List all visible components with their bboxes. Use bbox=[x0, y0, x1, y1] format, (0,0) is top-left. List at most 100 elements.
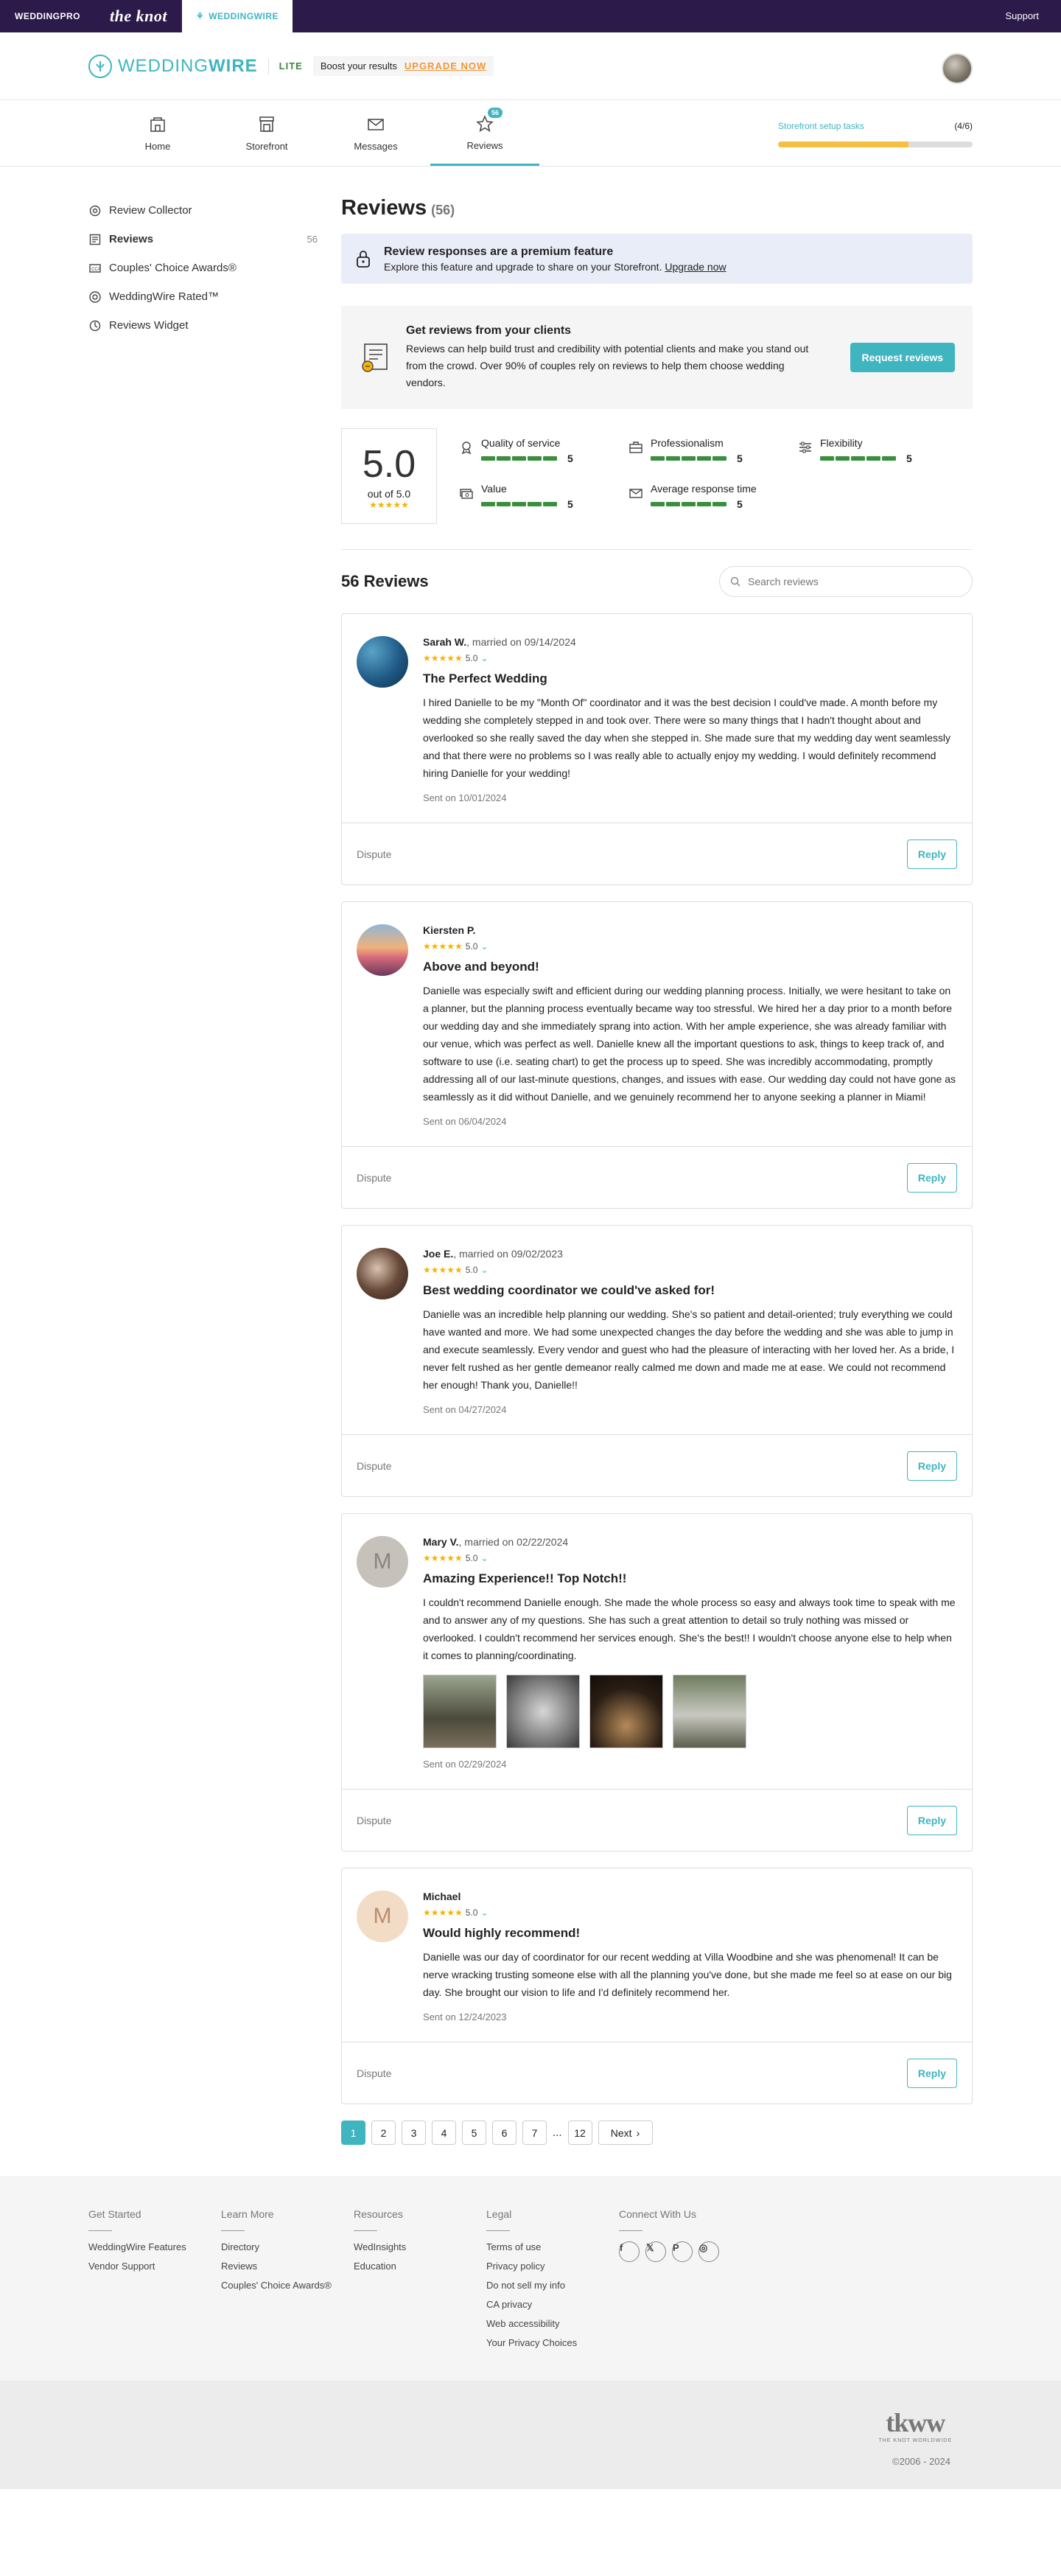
footer-link[interactable]: Directory bbox=[221, 2241, 354, 2252]
footer-link[interactable]: Privacy policy bbox=[486, 2261, 619, 2272]
review-text: Danielle was an incredible help planning… bbox=[423, 1308, 955, 1391]
page-button[interactable]: 5 bbox=[462, 2121, 486, 2145]
reply-button[interactable]: Reply bbox=[906, 839, 957, 869]
tkww-logo: tkww THE KNOT WORLDWIDE bbox=[878, 2407, 952, 2443]
chevron-right-icon: › bbox=[636, 2126, 640, 2139]
sidebar-item-reviews[interactable]: Reviews 56 bbox=[88, 225, 341, 254]
review-photo[interactable] bbox=[673, 1675, 746, 1748]
metric-label: Quality of service bbox=[481, 437, 561, 449]
dispute-link[interactable]: Dispute bbox=[357, 1460, 391, 1472]
rated-icon bbox=[88, 290, 102, 304]
metric-average-response-time: Average response time 5 bbox=[628, 483, 798, 528]
request-reviews-button[interactable]: Request reviews bbox=[850, 343, 955, 372]
tkww-logo-text: tkww bbox=[886, 2408, 945, 2437]
page-button[interactable]: 1 bbox=[341, 2121, 365, 2145]
storefront-setup-progress[interactable]: Storefront setup tasks (4/6) bbox=[778, 121, 973, 147]
page-button[interactable]: 6 bbox=[492, 2121, 517, 2145]
boost-banner: Boost your results UPGRADE NOW bbox=[312, 56, 494, 76]
reply-button[interactable]: Reply bbox=[906, 1162, 957, 1193]
footer-link[interactable]: Your Privacy Choices bbox=[486, 2337, 619, 2348]
footer-link[interactable]: Vendor Support bbox=[88, 2261, 221, 2272]
review-photo[interactable] bbox=[589, 1675, 663, 1748]
metric-value: 5 bbox=[567, 498, 573, 510]
metric-value: 5 bbox=[737, 453, 743, 464]
reply-button[interactable]: Reply bbox=[906, 1451, 957, 1481]
reply-button[interactable]: Reply bbox=[906, 2058, 957, 2088]
dispute-link[interactable]: Dispute bbox=[357, 848, 391, 860]
chevron-down-icon[interactable]: ⌄ bbox=[480, 941, 488, 952]
boost-text: Boost your results bbox=[320, 60, 397, 71]
search-box[interactable] bbox=[719, 566, 973, 597]
nav-home[interactable]: Home bbox=[103, 100, 212, 166]
nav-storefront[interactable]: Storefront bbox=[212, 100, 321, 166]
review-score: 5.0 bbox=[465, 1907, 478, 1918]
review-photo[interactable] bbox=[423, 1675, 497, 1748]
sidebar-item-weddingwire-rated[interactable]: WeddingWire Rated™ bbox=[88, 282, 341, 311]
search-icon bbox=[730, 576, 740, 587]
footer-link[interactable]: WedInsights bbox=[354, 2241, 486, 2252]
upgrade-now-link[interactable]: UPGRADE NOW bbox=[405, 60, 486, 71]
footer-link[interactable]: Reviews bbox=[221, 2261, 354, 2272]
review-photo[interactable] bbox=[506, 1675, 580, 1748]
footer-link[interactable]: Terms of use bbox=[486, 2241, 619, 2252]
reviewer-married-date: , married on 09/02/2023 bbox=[453, 1248, 563, 1260]
footer-link[interactable]: Couples' Choice Awards® bbox=[221, 2280, 354, 2291]
x-icon[interactable]: 𝕏 bbox=[645, 2241, 666, 2262]
tkww-logo-subtitle: THE KNOT WORLDWIDE bbox=[878, 2438, 952, 2443]
footer-link[interactable]: Education bbox=[354, 2261, 486, 2272]
page-button[interactable]: 7 bbox=[522, 2121, 547, 2145]
weddingwire-logo[interactable]: WEDDINGWIRE bbox=[88, 54, 258, 78]
nav-home-label: Home bbox=[144, 141, 171, 152]
weddingwire-brand-link[interactable]: ⚘ WEDDINGWIRE bbox=[181, 0, 293, 32]
dispute-link[interactable]: Dispute bbox=[357, 1172, 391, 1184]
chevron-down-icon[interactable]: ⌄ bbox=[480, 1907, 488, 1918]
dispute-link[interactable]: Dispute bbox=[357, 1815, 391, 1826]
next-page-button[interactable]: Next › bbox=[598, 2121, 653, 2145]
page-button[interactable]: 2 bbox=[371, 2121, 396, 2145]
ribbon-icon bbox=[459, 440, 474, 455]
sidebar-item-couples-choice[interactable]: CCA Couples' Choice Awards® bbox=[88, 254, 341, 282]
support-link[interactable]: Support bbox=[1005, 10, 1039, 21]
review-sent-date: Sent on 06/04/2024 bbox=[423, 1116, 507, 1127]
footer-link[interactable]: Web accessibility bbox=[486, 2318, 619, 2329]
review-sent-date: Sent on 04/27/2024 bbox=[423, 1404, 507, 1415]
review-text: I hired Danielle to be my "Month Of" coo… bbox=[423, 697, 950, 779]
page-button[interactable]: 3 bbox=[402, 2121, 426, 2145]
weddingwire-logo-icon bbox=[88, 54, 112, 78]
footer-link[interactable]: WeddingWire Features bbox=[88, 2241, 221, 2252]
review-card: M Michael ★★★★★ 5.0 ⌄ Would highly recomme… bbox=[341, 1868, 973, 2104]
nav-messages[interactable]: Messages bbox=[321, 100, 430, 166]
the-knot-brand-link[interactable]: the knot bbox=[95, 0, 182, 32]
chevron-down-icon[interactable]: ⌄ bbox=[480, 1265, 488, 1275]
review-icon bbox=[88, 233, 102, 246]
header-divider bbox=[267, 57, 269, 74]
reviewer-married-date: , married on 09/14/2024 bbox=[466, 636, 576, 648]
sidebar-item-label: Review Collector bbox=[109, 204, 192, 217]
mail-icon bbox=[628, 486, 643, 500]
footer-link[interactable]: CA privacy bbox=[486, 2299, 619, 2310]
weddingpro-brand-link[interactable]: WEDDINGPRO bbox=[0, 0, 95, 32]
pinterest-icon[interactable]: P bbox=[672, 2241, 693, 2262]
sidebar-item-reviews-widget[interactable]: Reviews Widget bbox=[88, 311, 341, 340]
reviews-count-badge: 56 bbox=[487, 107, 503, 118]
sidebar-item-review-collector[interactable]: Review Collector bbox=[88, 196, 341, 225]
user-avatar[interactable] bbox=[942, 53, 973, 84]
metric-bars: 5 bbox=[820, 453, 912, 464]
dispute-link[interactable]: Dispute bbox=[357, 2067, 391, 2079]
footer-link[interactable]: Do not sell my info bbox=[486, 2280, 619, 2291]
reviewer-name: Mary V. bbox=[423, 1536, 459, 1548]
footer-col-title: Learn More bbox=[221, 2208, 274, 2220]
premium-upgrade-link[interactable]: Upgrade now bbox=[665, 261, 726, 273]
chevron-down-icon[interactable]: ⌄ bbox=[480, 653, 488, 663]
chevron-down-icon[interactable]: ⌄ bbox=[480, 1553, 488, 1563]
reply-button[interactable]: Reply bbox=[906, 1805, 957, 1835]
facebook-icon[interactable]: f bbox=[619, 2241, 640, 2262]
instagram-icon[interactable]: ◎ bbox=[698, 2241, 719, 2262]
search-input[interactable] bbox=[748, 576, 954, 587]
weddingwire-brand-label: WEDDINGWIRE bbox=[209, 11, 279, 21]
nav-reviews[interactable]: 56 Reviews bbox=[430, 100, 539, 166]
page-button[interactable]: 4 bbox=[432, 2121, 456, 2145]
page-button[interactable]: 12 bbox=[567, 2121, 592, 2145]
reviewer-name: Michael bbox=[423, 1891, 461, 1902]
reviews-list-title: 56 Reviews bbox=[341, 572, 429, 590]
